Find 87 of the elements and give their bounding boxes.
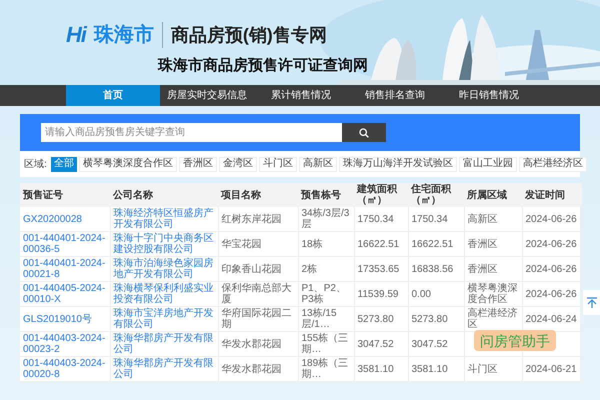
table-cell: 11539.59 bbox=[358, 288, 398, 300]
site-title: 商品房预(销)售专网 bbox=[170, 26, 327, 44]
column-header: 预售栋号 bbox=[298, 183, 354, 207]
table-cell: 印象香山花园 bbox=[222, 264, 282, 274]
logo-mark: Hi bbox=[66, 24, 86, 46]
nav-tab[interactable]: 销售排名查询 bbox=[348, 85, 442, 106]
filter-chip[interactable]: 横琴粤澳深度合作区 bbox=[78, 156, 177, 172]
assistant-button[interactable]: 问房管助手 bbox=[474, 330, 556, 351]
filter-chip[interactable]: 金湾区 bbox=[218, 156, 257, 172]
column-header: 发证时间 bbox=[522, 183, 582, 207]
table-cell: 3581.10 bbox=[412, 364, 448, 374]
table-cell: 香洲区 bbox=[468, 264, 498, 274]
table-cell: 16838.56 bbox=[412, 264, 454, 274]
table-link[interactable]: 001-440403-2024-00020-8 bbox=[23, 358, 106, 380]
filter-chip[interactable]: 香洲区 bbox=[178, 156, 217, 172]
table-link[interactable]: 001-440405-2024-00010-X bbox=[23, 283, 106, 305]
column-header: 所属区域 bbox=[464, 183, 522, 207]
nav-tab[interactable]: 累计销售情况 bbox=[254, 85, 348, 106]
table-cell: 1750.34 bbox=[358, 214, 394, 224]
table-cell: 5273.80 bbox=[358, 314, 394, 324]
nav-tab[interactable]: 昨日销售情况 bbox=[442, 85, 536, 106]
table-cell: 2024-06-24 bbox=[526, 314, 577, 324]
search-button[interactable] bbox=[342, 123, 386, 142]
table-cell: 2024-06-21 bbox=[526, 364, 577, 374]
table-link[interactable]: 珠海横琴保利利盛实业投资有限公司 bbox=[114, 283, 214, 305]
table-link[interactable]: GLS2019010号 bbox=[23, 314, 106, 324]
table-cell: 3047.52 bbox=[412, 338, 448, 350]
table-link[interactable]: 001-440401-2024-00036-5 bbox=[23, 233, 106, 255]
filter-label: 区域: bbox=[24, 158, 47, 172]
nav-tab[interactable]: 房屋实时交易信息 bbox=[160, 85, 254, 106]
table-link[interactable]: GX20200028 bbox=[23, 214, 106, 224]
nav-tab[interactable]: 首页 bbox=[66, 85, 160, 106]
table-cell: 16622.51 bbox=[358, 238, 400, 250]
table-cell: 34栋/3层/3层 bbox=[302, 208, 350, 230]
table-link[interactable]: 珠海市宝洋房地产开发有限公司 bbox=[114, 308, 214, 330]
filter-chip[interactable]: 高栏港经济区 bbox=[518, 156, 587, 172]
table-cell: 横琴粤澳深度合作区 bbox=[468, 283, 518, 305]
table-cell: 1750.34 bbox=[412, 214, 448, 224]
table-cell: 2024-06-26 bbox=[526, 288, 577, 300]
table-cell: 斗门区 bbox=[468, 364, 498, 374]
filter-chip[interactable]: 斗门区 bbox=[258, 156, 297, 172]
back-to-top-button[interactable] bbox=[583, 290, 600, 315]
table-cell: 华府国际花园二期 bbox=[222, 308, 292, 330]
table-link[interactable]: 珠海华郡房产开发有限公司 bbox=[114, 333, 214, 355]
column-header: 住宅面积（㎡） bbox=[408, 183, 464, 207]
filter-chip[interactable]: 珠海万山海洋开发试验区 bbox=[338, 156, 457, 172]
site-subtitle: 珠海市商品房预售许可证查询网 bbox=[158, 58, 368, 73]
table-cell: 0.00 bbox=[412, 288, 431, 300]
filter-chip[interactable]: 高新区 bbox=[298, 156, 337, 172]
table-cell: P1、P2、P3栋 bbox=[302, 283, 346, 305]
table-cell: 2024-06-26 bbox=[526, 214, 577, 224]
table-link[interactable]: 001-440401-2024-00021-8 bbox=[23, 258, 106, 280]
table-cell: 香洲区 bbox=[468, 238, 498, 250]
table-cell: 红树东岸花园 bbox=[222, 214, 282, 224]
column-header: 预售证号 bbox=[20, 183, 110, 207]
table-link[interactable]: 珠海市泊海绿色家园房地产开发有限公司 bbox=[114, 258, 214, 280]
search-field[interactable]: 请输入商品房预售房关键字查询 bbox=[41, 123, 342, 142]
column-header: 建筑面积（㎡） bbox=[354, 183, 408, 207]
city-logo: 珠海市 bbox=[94, 25, 154, 45]
table-cell: 17353.65 bbox=[358, 264, 400, 274]
table-cell: 华发水郡花园 bbox=[222, 338, 282, 350]
table-cell: 华发水郡花园 bbox=[222, 364, 282, 374]
table-cell: 华宝花园 bbox=[222, 238, 262, 250]
table-cell: 3581.10 bbox=[358, 364, 394, 374]
table-link[interactable]: 珠海经济特区恒盛房产开发有限公司 bbox=[114, 208, 214, 230]
filter-chip[interactable]: 全部 bbox=[50, 156, 77, 172]
table-cell: 高新区 bbox=[468, 214, 498, 224]
table-link[interactable]: 001-440403-2024-00023-2 bbox=[23, 333, 106, 355]
table-link[interactable]: 珠海十字门中央商务区建设控股有限公司 bbox=[114, 233, 214, 255]
table-cell: 高栏港经济区 bbox=[468, 308, 518, 330]
table-cell: 155栋（三期… bbox=[302, 333, 348, 355]
column-header: 项目名称 bbox=[218, 183, 298, 207]
search-icon bbox=[359, 128, 369, 138]
table-cell: 189栋（三期… bbox=[302, 358, 348, 380]
table-cell: 2024-06-26 bbox=[526, 238, 577, 250]
table-cell: 2栋 bbox=[302, 264, 318, 274]
arrow-up-icon bbox=[586, 296, 598, 308]
table-cell: 保利华南总部大厦 bbox=[222, 283, 292, 305]
table-cell: 3047.52 bbox=[358, 338, 394, 350]
table-cell: 5273.80 bbox=[412, 314, 448, 324]
table-link[interactable]: 珠海华郡房产开发有限公司 bbox=[114, 358, 214, 380]
filter-chip[interactable]: 富山工业园 bbox=[458, 156, 517, 172]
table-cell: 18栋 bbox=[302, 238, 323, 250]
table-cell: 13栋/15层/1… bbox=[302, 308, 337, 330]
table-cell: 16622.51 bbox=[412, 238, 454, 250]
table-cell: 2024-06-26 bbox=[526, 264, 577, 274]
column-header: 公司名称 bbox=[110, 183, 218, 207]
